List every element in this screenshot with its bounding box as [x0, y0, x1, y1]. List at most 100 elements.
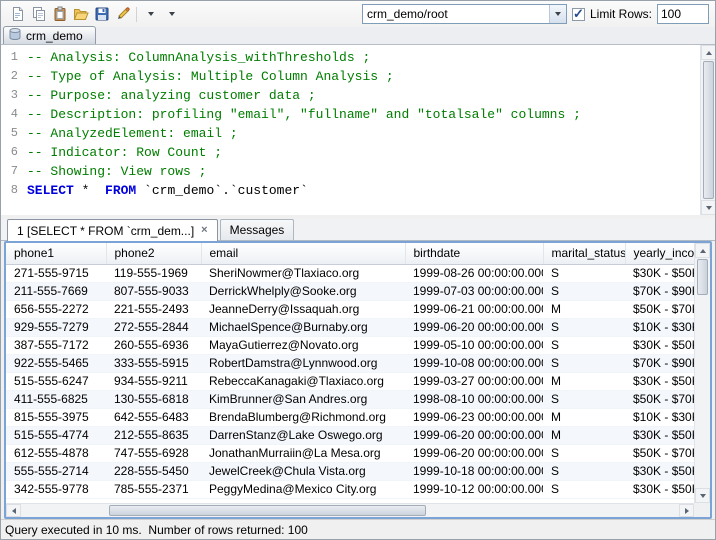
table-cell[interactable]: RobertDamstra@Lynnwood.org [201, 354, 405, 372]
table-cell[interactable]: S [543, 354, 625, 372]
table-cell[interactable]: 1999-10-18 00:00:00.000 [405, 462, 543, 480]
table-cell[interactable]: $50K - $70K [625, 300, 694, 318]
table-cell[interactable]: 1999-06-21 00:00:00.000 [405, 300, 543, 318]
table-cell[interactable]: 555-555-2714 [6, 462, 106, 480]
table-cell[interactable]: 272-555-2844 [106, 318, 201, 336]
table-row[interactable]: 656-555-2272221-555-2493JeanneDerry@Issa… [6, 300, 694, 318]
table-cell[interactable]: 515-555-4774 [6, 426, 106, 444]
column-header-email[interactable]: email [201, 243, 405, 264]
table-cell[interactable]: 656-555-2272 [6, 300, 106, 318]
grid-scroll-right-icon[interactable] [679, 504, 694, 517]
table-cell[interactable]: 260-555-6936 [106, 336, 201, 354]
table-cell[interactable]: 212-555-8635 [106, 426, 201, 444]
combo-dropdown-icon[interactable] [549, 5, 566, 23]
table-cell[interactable]: 642-555-6483 [106, 408, 201, 426]
table-cell[interactable]: BrendaBlumberg@Richmond.org [201, 408, 405, 426]
table-cell[interactable]: $70K - $90K [625, 354, 694, 372]
scroll-down-icon[interactable] [701, 200, 716, 215]
table-cell[interactable]: JonathanMurraiin@La Mesa.org [201, 444, 405, 462]
editor-scrollbar-thumb[interactable] [703, 61, 714, 199]
result-tab-query[interactable]: 1 [SELECT * FROM `crm_dem...] [7, 219, 218, 241]
table-row[interactable]: 271-555-9715119-555-1969SheriNowmer@Tlax… [6, 264, 694, 282]
table-cell[interactable]: SheriNowmer@Tlaxiaco.org [201, 264, 405, 282]
table-cell[interactable]: PeggyMedina@Mexico City.org [201, 480, 405, 498]
table-cell[interactable]: $30K - $50K [625, 372, 694, 390]
table-cell[interactable]: M [543, 300, 625, 318]
table-cell[interactable]: S [543, 336, 625, 354]
column-header-marital_status[interactable]: marital_status [543, 243, 625, 264]
table-cell[interactable]: KimBrunner@San Andres.org [201, 390, 405, 408]
table-cell[interactable]: JeanneDerry@Issaquah.org [201, 300, 405, 318]
table-cell[interactable]: 1999-10-12 00:00:00.000 [405, 480, 543, 498]
table-cell[interactable]: M [543, 426, 625, 444]
table-cell[interactable]: 119-555-1969 [106, 264, 201, 282]
table-cell[interactable]: S [543, 318, 625, 336]
editor-vertical-scrollbar[interactable] [700, 45, 715, 215]
table-cell[interactable]: 1999-07-03 00:00:00.000 [405, 282, 543, 300]
table-cell[interactable]: RebeccaKanagaki@Tlaxiaco.org [201, 372, 405, 390]
table-cell[interactable]: 1998-08-10 00:00:00.000 [405, 390, 543, 408]
code-area[interactable]: -- Analysis: ColumnAnalysis_withThreshol… [21, 45, 700, 215]
table-cell[interactable]: 929-555-7279 [6, 318, 106, 336]
table-cell[interactable]: DerrickWhelply@Sooke.org [201, 282, 405, 300]
table-cell[interactable]: 130-555-6818 [106, 390, 201, 408]
table-cell[interactable]: $10K - $30K [625, 408, 694, 426]
table-cell[interactable]: $30K - $50K [625, 462, 694, 480]
table-cell[interactable]: $50K - $70K [625, 444, 694, 462]
table-cell[interactable]: 411-555-6825 [6, 390, 106, 408]
new-sql-editor-icon[interactable] [7, 4, 28, 25]
column-header-phone1[interactable]: phone1 [6, 243, 106, 264]
save-icon[interactable] [91, 4, 112, 25]
table-cell[interactable]: M [543, 372, 625, 390]
table-row[interactable]: 211-555-7669807-555-9033DerrickWhelply@S… [6, 282, 694, 300]
table-cell[interactable]: 1999-06-20 00:00:00.000 [405, 444, 543, 462]
table-cell[interactable]: 271-555-9715 [6, 264, 106, 282]
table-cell[interactable]: JewelCreek@Chula Vista.org [201, 462, 405, 480]
table-cell[interactable]: 387-555-7172 [6, 336, 106, 354]
table-cell[interactable]: M [543, 408, 625, 426]
table-cell[interactable]: S [543, 390, 625, 408]
table-cell[interactable]: MichaelSpence@Burnaby.org [201, 318, 405, 336]
close-tab-icon[interactable] [201, 225, 207, 236]
edit-icon[interactable] [112, 4, 133, 25]
column-header-phone2[interactable]: phone2 [106, 243, 201, 264]
scroll-up-icon[interactable] [701, 45, 716, 60]
column-header-yearly_income[interactable]: yearly_income [625, 243, 694, 264]
table-cell[interactable]: $10K - $30K [625, 318, 694, 336]
limit-rows-checkbox[interactable] [572, 8, 585, 21]
table-cell[interactable]: 515-555-6247 [6, 372, 106, 390]
table-cell[interactable]: $50K - $70K [625, 390, 694, 408]
table-cell[interactable]: $30K - $50K [625, 480, 694, 498]
table-row[interactable]: 922-555-5465333-555-5915RobertDamstra@Ly… [6, 354, 694, 372]
copy-icon[interactable] [28, 4, 49, 25]
grid-horizontal-scrollbar[interactable] [6, 503, 694, 517]
table-cell[interactable]: 211-555-7669 [6, 282, 106, 300]
grid-scroll-down-icon[interactable] [695, 488, 710, 503]
table-cell[interactable]: 807-555-9033 [106, 282, 201, 300]
table-cell[interactable]: 221-555-2493 [106, 300, 201, 318]
table-cell[interactable]: S [543, 282, 625, 300]
table-row[interactable]: 515-555-6247934-555-9211RebeccaKanagaki@… [6, 372, 694, 390]
table-row[interactable]: 815-555-3975642-555-6483BrendaBlumberg@R… [6, 408, 694, 426]
table-row[interactable]: 342-555-9778785-555-2371PeggyMedina@Mexi… [6, 480, 694, 498]
connection-combo[interactable]: crm_demo/root [362, 4, 567, 24]
table-cell[interactable]: 612-555-4878 [6, 444, 106, 462]
table-cell[interactable]: 1999-08-26 00:00:00.000 [405, 264, 543, 282]
table-cell[interactable]: 1999-10-08 00:00:00.000 [405, 354, 543, 372]
grid-scroll-left-icon[interactable] [6, 504, 21, 517]
open-file-icon[interactable] [70, 4, 91, 25]
table-cell[interactable]: $70K - $90K [625, 282, 694, 300]
limit-rows-input[interactable] [657, 4, 709, 24]
table-cell[interactable]: 747-555-6928 [106, 444, 201, 462]
editor-tab-crm-demo[interactable]: crm_demo [3, 26, 96, 44]
table-cell[interactable]: $30K - $50K [625, 336, 694, 354]
table-cell[interactable]: 934-555-9211 [106, 372, 201, 390]
table-cell[interactable]: $30K - $50K [625, 426, 694, 444]
table-cell[interactable]: S [543, 444, 625, 462]
table-cell[interactable]: 1999-06-23 00:00:00.000 [405, 408, 543, 426]
column-header-birthdate[interactable]: birthdate [405, 243, 543, 264]
table-row[interactable]: 411-555-6825130-555-6818KimBrunner@San A… [6, 390, 694, 408]
table-cell[interactable]: 1999-03-27 00:00:00.000 [405, 372, 543, 390]
table-cell[interactable]: 342-555-9778 [6, 480, 106, 498]
table-cell[interactable]: 333-555-5915 [106, 354, 201, 372]
